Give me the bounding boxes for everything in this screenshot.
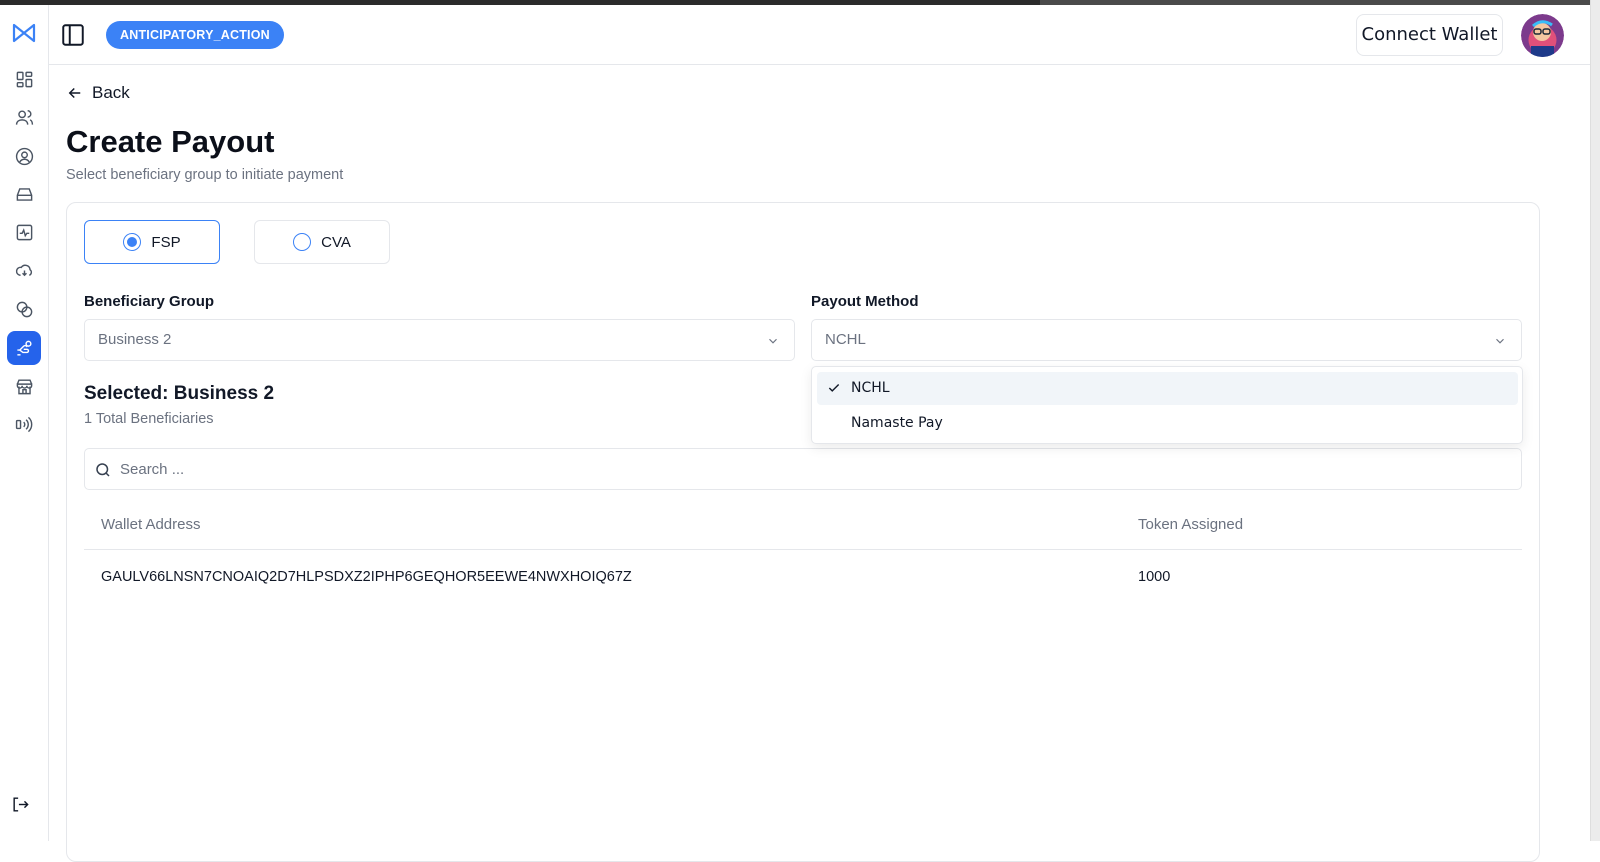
search-icon <box>96 463 110 477</box>
cva-radio-option[interactable]: CVA <box>254 220 390 264</box>
payout-method-value: NCHL <box>825 331 866 348</box>
inbox-icon[interactable] <box>7 177 41 211</box>
check-icon <box>828 384 840 392</box>
payout-icon[interactable] <box>7 331 41 365</box>
users-icon[interactable] <box>7 100 41 134</box>
option-label: NCHL <box>851 380 890 396</box>
store-icon[interactable] <box>7 369 41 403</box>
option-label: Namaste Pay <box>851 415 943 431</box>
chevron-down-icon <box>769 338 777 344</box>
payout-card: FSP CVA Beneficiary Group Business 2 Pay… <box>66 202 1540 862</box>
logout-icon[interactable] <box>3 787 37 821</box>
payout-method-dropdown: NCHL Namaste Pay <box>811 366 1523 444</box>
dropdown-option-nchl[interactable]: NCHL <box>817 372 1518 405</box>
back-label: Back <box>92 83 130 102</box>
coins-icon[interactable] <box>7 292 41 326</box>
column-header-tokens: Token Assigned <box>1138 516 1244 533</box>
project-badge[interactable]: ANTICIPATORY_ACTION <box>106 21 284 49</box>
search-box[interactable] <box>84 448 1522 490</box>
selected-group-title: Selected: Business 2 <box>84 383 275 404</box>
broadcast-icon[interactable] <box>7 407 41 441</box>
dashboard-icon[interactable] <box>7 62 41 96</box>
page-subtitle: Select beneficiary group to initiate pay… <box>66 167 344 183</box>
back-link[interactable]: Back <box>66 83 130 103</box>
radio-unselected-icon <box>293 233 312 251</box>
beneficiary-group-select[interactable]: Business 2 <box>84 319 795 361</box>
app-logo-icon[interactable] <box>7 16 41 50</box>
avatar[interactable] <box>1521 14 1564 57</box>
fsp-label: FSP <box>151 233 181 251</box>
payout-method-label: Payout Method <box>811 293 919 310</box>
top-header: ANTICIPATORY_ACTION Connect Wallet <box>49 5 1590 65</box>
activity-icon[interactable] <box>7 215 41 249</box>
beneficiary-count: 1 Total Beneficiaries <box>84 411 214 427</box>
chevron-down-icon <box>1496 338 1504 344</box>
user-circle-icon[interactable] <box>7 139 41 173</box>
window-scroll-edge <box>1590 0 1600 841</box>
beneficiary-group-value: Business 2 <box>98 331 172 348</box>
dropdown-option-namaste-pay[interactable]: Namaste Pay <box>817 407 1518 440</box>
connect-wallet-button[interactable]: Connect Wallet <box>1356 14 1503 56</box>
table-divider <box>84 549 1522 550</box>
wallet-address-cell: GAULV66LNSN7CNOAIQ2D7HLPSDXZ2IPHP6GEQHOR… <box>101 569 632 585</box>
cva-label: CVA <box>321 233 351 251</box>
payout-method-select[interactable]: NCHL <box>811 319 1522 361</box>
sidebar-toggle-icon[interactable] <box>60 22 86 48</box>
column-header-wallet: Wallet Address <box>101 516 201 533</box>
arrow-left-icon <box>68 87 81 99</box>
radio-selected-icon <box>123 233 142 251</box>
sidebar <box>0 5 49 841</box>
fsp-radio-option[interactable]: FSP <box>84 220 220 264</box>
token-assigned-cell: 1000 <box>1138 569 1171 585</box>
cloud-icon[interactable] <box>7 253 41 287</box>
beneficiary-group-label: Beneficiary Group <box>84 293 215 310</box>
page-title: Create Payout <box>66 124 275 159</box>
search-input[interactable] <box>120 449 1500 489</box>
